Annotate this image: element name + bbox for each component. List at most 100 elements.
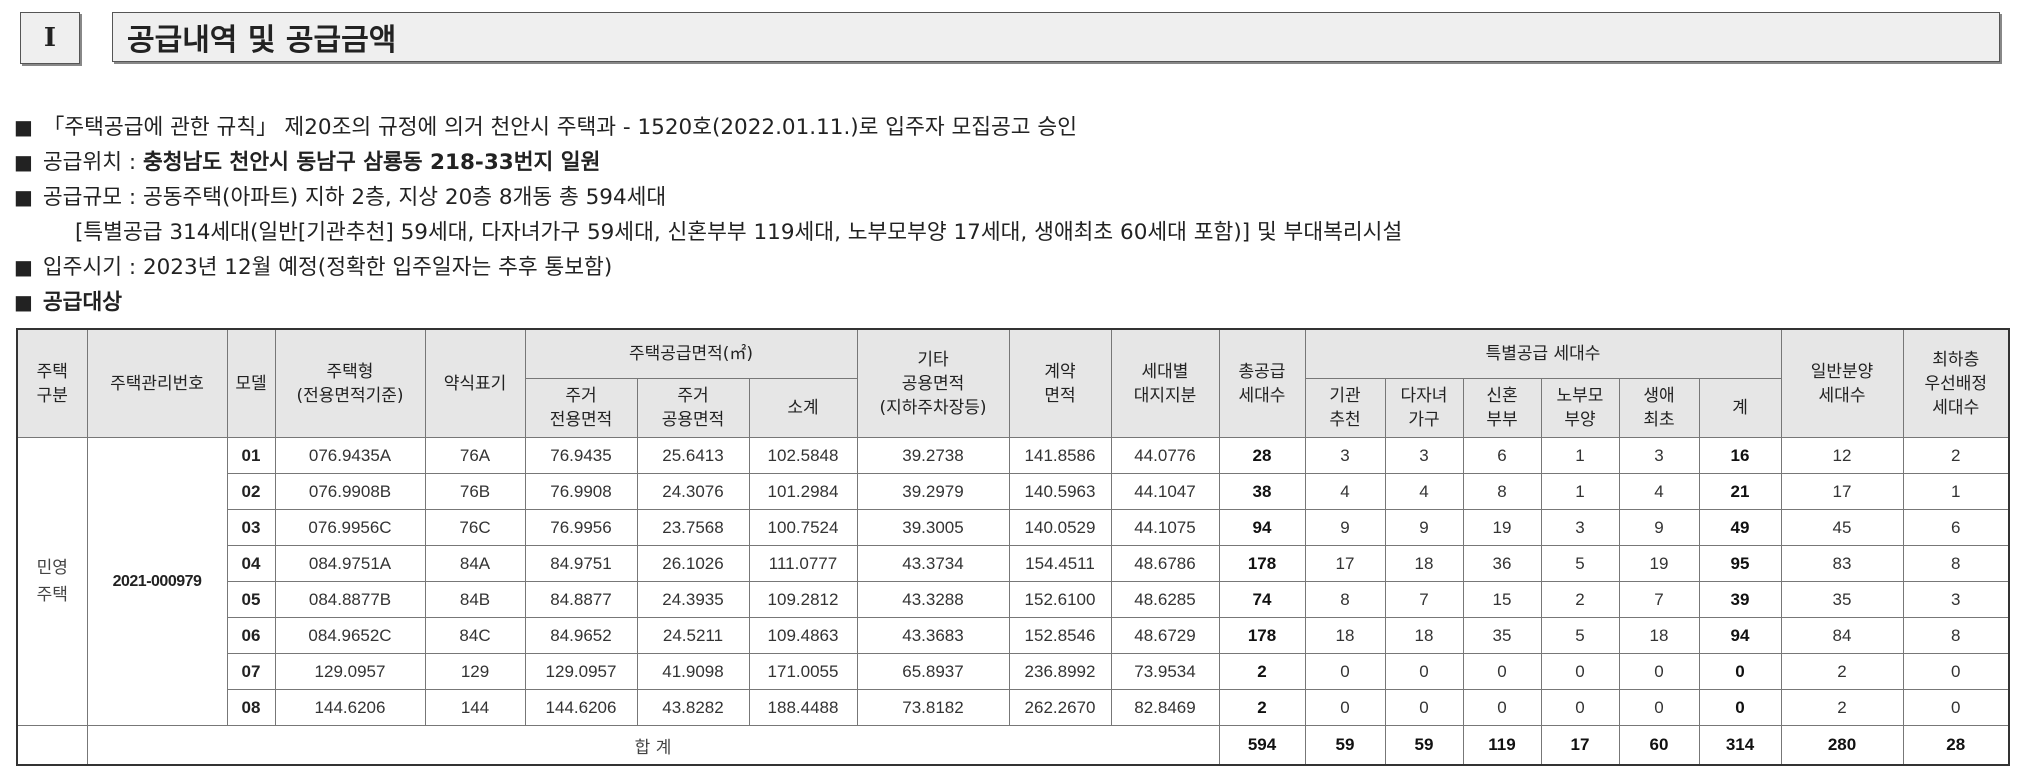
cell-general: 35 (1780, 581, 1904, 618)
cell-abbr: 76A (424, 437, 526, 474)
cell-common: 25.6413 (636, 437, 750, 474)
cell-common: 26.1026 (636, 545, 750, 582)
cell-first: 4 (1618, 473, 1700, 510)
cell-common: 43.8282 (636, 689, 750, 726)
cell-elder: 5 (1540, 617, 1620, 654)
total-newly: 119 (1462, 725, 1542, 766)
header-supply-area: 주택공급면적(㎡) (524, 328, 858, 379)
cell-inst: 3 (1304, 437, 1386, 474)
bullet-square-icon: ■ (14, 115, 33, 139)
cell-type: 129.0957 (274, 653, 426, 690)
cell-type: 076.9908B (274, 473, 426, 510)
cell-model: 05 (226, 581, 276, 618)
cell-type: 144.6206 (274, 689, 426, 726)
cell-special-sum: 21 (1698, 473, 1782, 510)
header-multi-child: 다자녀 가구 (1384, 378, 1464, 438)
total-inst: 59 (1304, 725, 1386, 766)
cell-multi: 3 (1384, 437, 1464, 474)
header-abbr: 약식표기 (424, 328, 526, 438)
cell-subtotal: 100.7524 (748, 509, 858, 546)
header-special: 특별공급 세대수 (1304, 328, 1782, 379)
cell-other: 65.8937 (856, 653, 1010, 690)
cell-total: 94 (1218, 509, 1306, 546)
notice-approval: ■ 「주택공급에 관한 규칙」 제20조의 규정에 의거 천안시 주택과 - 15… (14, 115, 1077, 140)
cell-land: 48.6786 (1110, 545, 1220, 582)
cell-elder: 0 (1540, 689, 1620, 726)
cell-elder: 3 (1540, 509, 1620, 546)
cell-subtotal: 101.2984 (748, 473, 858, 510)
cell-newly: 6 (1462, 437, 1542, 474)
cell-common: 24.3935 (636, 581, 750, 618)
total-elder: 17 (1540, 725, 1620, 766)
header-common: 주거 공용면적 (636, 378, 750, 438)
cell-contract: 236.8992 (1008, 653, 1112, 690)
cell-multi: 9 (1384, 509, 1464, 546)
cell-land: 44.1047 (1110, 473, 1220, 510)
cell-subtotal: 109.2812 (748, 581, 858, 618)
cell-other: 39.2738 (856, 437, 1010, 474)
cell-newly: 0 (1462, 653, 1542, 690)
cell-multi: 18 (1384, 617, 1464, 654)
cell-contract: 152.8546 (1008, 617, 1112, 654)
cell-common: 24.5211 (636, 617, 750, 654)
table-row: 02 076.9908B 76B 76.9908 24.3076 101.2984 39.2… (17, 473, 2010, 510)
section-header: I 공급내역 및 공급금액 (20, 12, 2010, 64)
cell-general: 17 (1780, 473, 1904, 510)
cell-first: 9 (1618, 509, 1700, 546)
total-units: 594 (1218, 725, 1306, 766)
cell-inst: 17 (1304, 545, 1386, 582)
cell-contract: 152.6100 (1008, 581, 1112, 618)
cell-general: 84 (1780, 617, 1904, 654)
cell-elder: 2 (1540, 581, 1620, 618)
cell-general: 2 (1780, 653, 1904, 690)
header-general: 일반분양 세대수 (1780, 328, 1904, 438)
header-land-share: 세대별 대지지분 (1110, 328, 1220, 438)
bullet-square-icon: ■ (14, 255, 33, 279)
cell-inst: 0 (1304, 689, 1386, 726)
table-body: 민영 주택 2021-000979 01 076.9435A 76A 76.943… (16, 437, 2010, 726)
cell-subtotal: 171.0055 (748, 653, 858, 690)
section-title: 공급내역 및 공급금액 (112, 12, 2000, 62)
cell-exclusive: 76.9956 (524, 509, 638, 546)
totals-label: 합 계 (86, 725, 1220, 766)
header-newlywed: 신혼 부부 (1462, 378, 1542, 438)
cell-inst: 0 (1304, 653, 1386, 690)
cell-other: 43.3734 (856, 545, 1010, 582)
cell-lowest: 3 (1902, 581, 2010, 618)
category-cell: 민영 주택 (16, 437, 88, 726)
table-header-row-1: 주택 구분 주택관리번호 모델 주택형 (전용면적기준) 약식표기 주택공급면적(㎡… (16, 328, 2010, 438)
cell-contract: 154.4511 (1008, 545, 1112, 582)
cell-contract: 140.5963 (1008, 473, 1112, 510)
cell-contract: 262.2670 (1008, 689, 1112, 726)
notice-scale-detail: [특별공급 314세대(일반[기관추천] 59세대, 다자녀가구 59세대, 신… (75, 220, 1403, 245)
cell-total: 2 (1218, 689, 1306, 726)
cell-elder: 1 (1540, 473, 1620, 510)
cell-lowest: 1 (1902, 473, 2010, 510)
cell-common: 23.7568 (636, 509, 750, 546)
cell-elder: 5 (1540, 545, 1620, 582)
table-row: 06 084.9652C 84C 84.9652 24.5211 109.4863 43.3… (17, 617, 2010, 654)
cell-abbr: 76B (424, 473, 526, 510)
cell-land: 48.6729 (1110, 617, 1220, 654)
cell-model: 04 (226, 545, 276, 582)
mgmt-no-cell: 2021-000979 (86, 437, 228, 726)
header-model: 모델 (226, 328, 276, 438)
cell-elder: 0 (1540, 653, 1620, 690)
cell-multi: 0 (1384, 689, 1464, 726)
cell-other: 43.3683 (856, 617, 1010, 654)
header-type: 주택 구분 (16, 328, 88, 438)
header-contract-area: 계약 면적 (1008, 328, 1112, 438)
cell-inst: 18 (1304, 617, 1386, 654)
cell-multi: 0 (1384, 653, 1464, 690)
cell-type: 076.9956C (274, 509, 426, 546)
cell-land: 73.9534 (1110, 653, 1220, 690)
bullet-square-icon: ■ (14, 150, 33, 174)
cell-common: 24.3076 (636, 473, 750, 510)
cell-first: 0 (1618, 653, 1700, 690)
table-row: 04 084.9751A 84A 84.9751 26.1026 111.0777 43.3… (17, 545, 2010, 582)
cell-total: 28 (1218, 437, 1306, 474)
cell-model: 03 (226, 509, 276, 546)
cell-total: 178 (1218, 617, 1306, 654)
supply-table-wrapper: 주택 구분 주택관리번호 모델 주택형 (전용면적기준) 약식표기 주택공급면적(㎡… (16, 328, 2011, 766)
cell-newly: 35 (1462, 617, 1542, 654)
